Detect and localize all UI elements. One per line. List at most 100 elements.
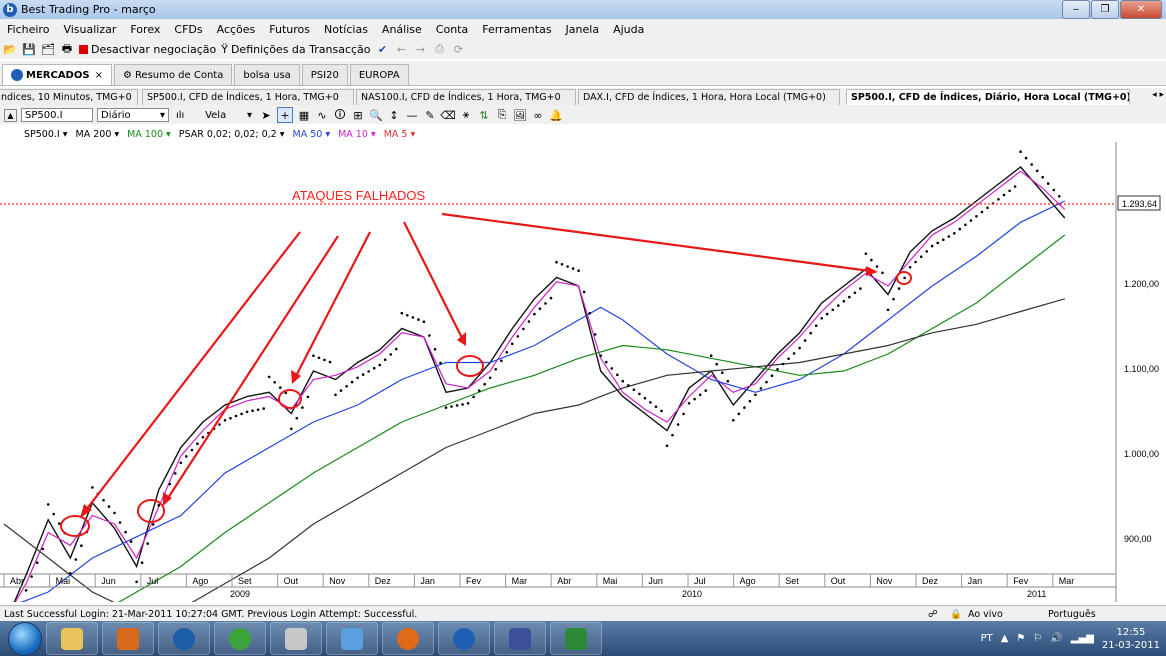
arrow-right-icon[interactable]: → <box>414 42 428 56</box>
price-chart[interactable]: ATAQUES FALHADOS 1.293,64 1.200,00 1.100… <box>0 142 1166 643</box>
legend-ma50[interactable]: MA 50 ▾ <box>293 129 331 140</box>
taskbar-excel[interactable] <box>550 622 602 655</box>
psar-dot <box>737 412 741 416</box>
save-icon[interactable]: 💾 <box>22 42 36 56</box>
chart-tab-sp500-1h[interactable]: SP500.I, CFD de Índices, 1 Hora, TMG+0 <box>142 89 354 105</box>
link-icon[interactable]: ∞ <box>531 108 545 122</box>
tab-europa[interactable]: EUROPA <box>349 64 409 85</box>
taskbar-hp[interactable] <box>158 622 210 655</box>
tab-mercados[interactable]: MERCADOS × <box>2 64 112 85</box>
psar-dot <box>919 255 923 258</box>
psar-dot <box>770 374 774 377</box>
taskbar-firefox[interactable] <box>382 622 434 655</box>
menu-accoes[interactable]: Acções <box>210 23 263 36</box>
clock-time: 12:55 <box>1116 626 1146 638</box>
tray-expand-icon[interactable]: ▲ <box>1001 633 1009 644</box>
layout-icon[interactable]: ⊞ <box>351 108 365 122</box>
tab-close-icon[interactable]: × <box>95 70 103 81</box>
chart-toolbar: ▲ SP500.I Diário ▾ ılı Vela ▾ ➤ + ▦ ∿ 🛈 ⊞ 🔍… <box>0 106 1166 124</box>
save-all-icon[interactable]: 🗂 <box>41 42 55 56</box>
symbol-input[interactable]: SP500.I <box>21 108 93 122</box>
zoom-icon[interactable]: 🔍 <box>369 108 383 122</box>
chart-tab-dax-1h[interactable]: DAX.I, CFD de Índices, 1 Hora, Hora Loca… <box>578 89 840 105</box>
language-indicator[interactable]: PT <box>981 633 993 644</box>
scale-icon[interactable]: ↕ <box>387 108 401 122</box>
minimize-button[interactable]: ‒ <box>1062 0 1090 19</box>
taskbar-best-trading[interactable] <box>438 622 490 655</box>
menu-ficheiro[interactable]: Ficheiro <box>0 23 56 36</box>
maximize-button[interactable]: ❐ <box>1091 0 1119 19</box>
fibonacci-icon[interactable]: ⚹ <box>459 108 473 122</box>
legend-psar[interactable]: PSAR 0,02; 0,02; 0,2 ▾ <box>179 129 285 140</box>
chart-type-select[interactable]: ılı Vela ▾ <box>173 108 255 122</box>
psar-dot <box>831 308 835 312</box>
pencil-icon[interactable]: ✎ <box>423 108 437 122</box>
candle-icon: ılı <box>176 109 185 121</box>
tab-psi20[interactable]: PSI20 <box>301 64 348 85</box>
start-button[interactable] <box>8 621 42 656</box>
taskbar-network[interactable] <box>326 622 378 655</box>
signal-icon[interactable]: ▂▄▆ <box>1071 633 1094 644</box>
grid-icon[interactable]: ▦ <box>297 108 311 122</box>
legend-ma5[interactable]: MA 5 ▾ <box>384 129 416 140</box>
arrow-left-icon[interactable]: ← <box>395 42 409 56</box>
psar-dot <box>140 561 144 564</box>
eraser-icon[interactable]: ⌫ <box>440 108 456 122</box>
tray-app-icon[interactable]: ⚑ <box>1016 633 1025 644</box>
tabs-scroll-icon[interactable]: ◂ ▸ <box>1152 90 1164 100</box>
volume-icon[interactable]: 🔊 <box>1050 633 1062 644</box>
export-icon[interactable]: ⎘ <box>495 108 509 122</box>
menu-noticias[interactable]: Notícias <box>317 23 375 36</box>
taskbar-media[interactable] <box>102 622 154 655</box>
close-button[interactable]: ✕ <box>1120 0 1162 19</box>
menu-ferramentas[interactable]: Ferramentas <box>475 23 558 36</box>
menu-conta[interactable]: Conta <box>429 23 475 36</box>
print-icon[interactable]: 🖶 <box>60 42 74 56</box>
collapse-icon[interactable]: ▲ <box>4 108 17 122</box>
check-icon[interactable]: ✔ <box>376 42 390 56</box>
menu-futuros[interactable]: Futuros <box>262 23 317 36</box>
transaction-settings-button[interactable]: Ÿ Definições da Transacção <box>221 43 370 56</box>
taskbar-explorer[interactable] <box>46 622 98 655</box>
menu-janela[interactable]: Janela <box>559 23 607 36</box>
image-icon[interactable]: 🖼 <box>513 108 527 122</box>
legend-ma200[interactable]: MA 200 ▾ <box>76 129 120 140</box>
language-status[interactable]: Português <box>1048 609 1096 620</box>
legend-ma100[interactable]: MA 100 ▾ <box>127 129 171 140</box>
alert-icon[interactable]: 🔔 <box>549 108 563 122</box>
line-tool-icon[interactable]: — <box>405 108 419 122</box>
psar-dot <box>190 448 194 452</box>
chart-tab-nas100-1h[interactable]: NAS100.I, CFD de Índices, 1 Hora, TMG+0 <box>356 89 576 105</box>
refresh-icon[interactable]: ⟳ <box>452 42 466 56</box>
tab-resumo-de-conta[interactable]: ⚙ Resumo de Conta <box>113 64 233 85</box>
psar-dot <box>251 409 254 413</box>
taskbar-tool[interactable] <box>270 622 322 655</box>
menu-analise[interactable]: Análise <box>375 23 429 36</box>
clock-date: 21-03-2011 <box>1101 639 1160 651</box>
indicator-icon[interactable]: ∿ <box>315 108 329 122</box>
tab-bolsa-usa[interactable]: bolsa usa <box>234 64 300 85</box>
legend-ma10[interactable]: MA 10 ▾ <box>338 129 376 140</box>
menu-forex[interactable]: Forex <box>123 23 167 36</box>
chart-tab-sp500-daily[interactable]: SP500.I, CFD de Índices, Diário, Hora Lo… <box>846 89 1130 105</box>
info-icon[interactable]: 🛈 <box>333 108 347 122</box>
flag-icon[interactable]: ⚐ <box>1033 633 1042 644</box>
deactivate-trading-button[interactable]: Desactivar negociação <box>79 43 216 56</box>
open-folder-icon[interactable]: 📂 <box>3 42 17 56</box>
menu-cfds[interactable]: CFDs <box>167 23 209 36</box>
clock[interactable]: 12:55 21-03-2011 <box>1102 626 1160 652</box>
cursor-icon[interactable]: ➤ <box>259 108 273 122</box>
print-small-icon[interactable]: ⎙ <box>433 42 447 56</box>
price-chart-svg[interactable]: ATAQUES FALHADOS 1.293,64 1.200,00 1.100… <box>0 142 1166 643</box>
menu-ajuda[interactable]: Ajuda <box>606 23 651 36</box>
taskbar-utorrent[interactable] <box>214 622 266 655</box>
menu-visualizar[interactable]: Visualizar <box>56 23 123 36</box>
trade-icon[interactable]: ⇅ <box>477 108 491 122</box>
crosshair-icon[interactable]: + <box>277 107 293 123</box>
chart-tab-indices-10min[interactable]: ndices, 10 Minutos, TMG+0 <box>0 89 138 105</box>
taskbar-app[interactable] <box>494 622 546 655</box>
psar-dot <box>505 351 509 354</box>
legend-symbol[interactable]: SP500.I ▾ <box>24 129 68 140</box>
psar-dot <box>538 307 542 310</box>
timeframe-select[interactable]: Diário ▾ <box>97 108 169 122</box>
